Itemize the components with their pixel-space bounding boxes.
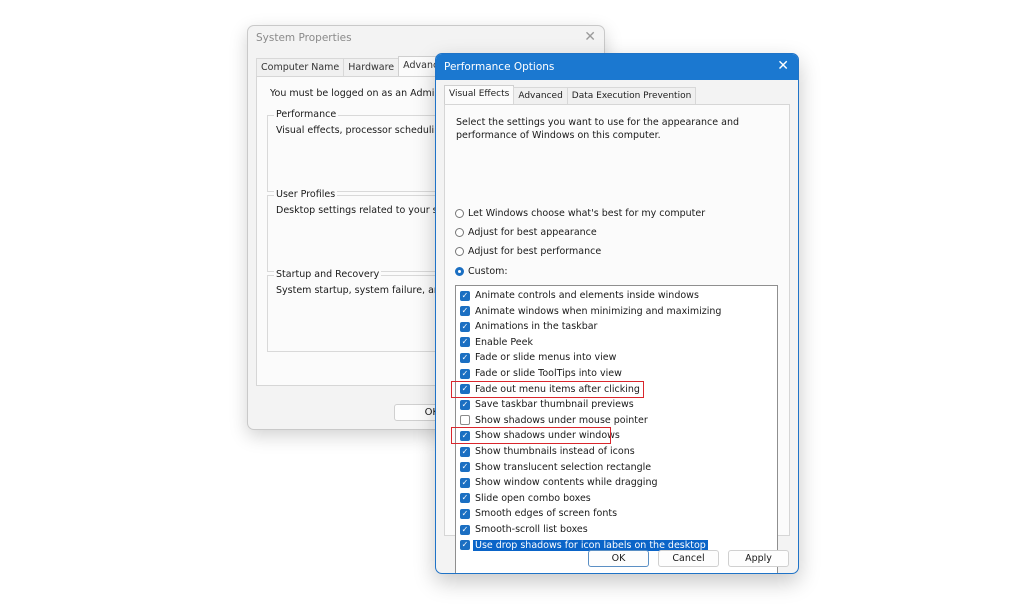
radio-unchecked-icon[interactable] bbox=[455, 228, 464, 237]
effect-label: Slide open combo boxes bbox=[475, 492, 591, 504]
checkbox-checked-icon[interactable]: ✓ bbox=[460, 462, 470, 473]
checkbox-checked-icon[interactable]: ✓ bbox=[460, 306, 470, 317]
tab-bar: Computer Name Hardware Advanced bbox=[256, 56, 456, 77]
radio-option[interactable]: Let Windows choose what's best for my co… bbox=[455, 208, 705, 219]
checkbox-checked-icon[interactable]: ✓ bbox=[460, 540, 470, 551]
tab-panel: Select the settings you want to use for … bbox=[444, 104, 790, 573]
performance-options-window: Performance Options ✕ Visual Effects Adv… bbox=[435, 53, 799, 574]
effect-list-item[interactable]: ✓ Smooth-scroll list boxes bbox=[460, 522, 588, 537]
effect-label: Animate windows when minimizing and maxi… bbox=[475, 305, 722, 317]
tab-visual-effects[interactable]: Visual Effects bbox=[444, 85, 515, 105]
effect-list-item[interactable]: Show shadows under mouse pointer bbox=[460, 413, 648, 428]
checkbox-checked-icon[interactable]: ✓ bbox=[460, 477, 470, 488]
effect-list-item[interactable]: ✓ Show thumbnails instead of icons bbox=[460, 444, 635, 459]
close-icon[interactable]: ✕ bbox=[584, 29, 596, 45]
checkbox-checked-icon[interactable]: ✓ bbox=[460, 430, 470, 441]
checkbox-checked-icon[interactable]: ✓ bbox=[460, 368, 470, 379]
effect-list-item[interactable]: ✓ Fade or slide ToolTips into view bbox=[460, 366, 622, 381]
effect-list-item[interactable]: ✓ Show shadows under windows bbox=[460, 428, 620, 443]
checkbox-unchecked-icon[interactable] bbox=[460, 415, 470, 426]
radio-option[interactable]: Custom: bbox=[455, 266, 508, 277]
effect-label: Show window contents while dragging bbox=[475, 477, 658, 489]
checkbox-checked-icon[interactable]: ✓ bbox=[460, 384, 470, 395]
effect-list-item[interactable]: ✓ Slide open combo boxes bbox=[460, 491, 591, 506]
checkbox-checked-icon[interactable]: ✓ bbox=[460, 524, 470, 535]
tab-data-execution-prevention[interactable]: Data Execution Prevention bbox=[566, 87, 697, 105]
effect-label: Show translucent selection rectangle bbox=[475, 461, 652, 473]
checkbox-checked-icon[interactable]: ✓ bbox=[460, 399, 470, 410]
effect-list-item[interactable]: ✓ Show window contents while dragging bbox=[460, 475, 658, 490]
radio-checked-icon[interactable] bbox=[455, 267, 464, 276]
radio-unchecked-icon[interactable] bbox=[455, 247, 464, 256]
radio-label: Adjust for best performance bbox=[468, 246, 602, 257]
radio-label: Adjust for best appearance bbox=[468, 227, 597, 238]
apply-button[interactable]: Apply bbox=[728, 550, 789, 567]
effect-label: Smooth-scroll list boxes bbox=[475, 524, 588, 535]
instructions-text: Select the settings you want to use for … bbox=[456, 117, 740, 141]
radio-option[interactable]: Adjust for best performance bbox=[455, 246, 601, 257]
checkbox-checked-icon[interactable]: ✓ bbox=[460, 352, 470, 363]
title-bar: Performance Options ✕ bbox=[436, 54, 798, 80]
checkbox-checked-icon[interactable]: ✓ bbox=[460, 337, 470, 348]
effect-label: Show shadows under mouse pointer bbox=[475, 414, 648, 426]
tab-computer-name[interactable]: Computer Name bbox=[256, 58, 345, 77]
radio-label: Let Windows choose what's best for my co… bbox=[468, 208, 706, 219]
checkbox-checked-icon[interactable]: ✓ bbox=[460, 493, 470, 504]
effect-label: Smooth edges of screen fonts bbox=[475, 508, 618, 520]
effect-list-item[interactable]: ✓ Smooth edges of screen fonts bbox=[460, 506, 617, 521]
effect-list-item[interactable]: ✓ Save taskbar thumbnail previews bbox=[460, 397, 634, 412]
group-legend: Startup and Recovery bbox=[274, 269, 382, 280]
tab-hardware[interactable]: Hardware bbox=[343, 58, 400, 77]
effect-label: Enable Peek bbox=[475, 336, 533, 348]
effect-list-item[interactable]: ✓ Animate controls and elements inside wi… bbox=[460, 288, 699, 303]
effect-label: Animate controls and elements inside win… bbox=[475, 290, 699, 301]
window-title: System Properties bbox=[256, 32, 352, 44]
radio-option[interactable]: Adjust for best appearance bbox=[455, 227, 597, 238]
effect-list-item[interactable]: ✓ Enable Peek bbox=[460, 335, 533, 350]
cancel-button[interactable]: Cancel bbox=[658, 550, 719, 567]
effect-list-item[interactable]: ✓ Animations in the taskbar bbox=[460, 319, 597, 334]
checkbox-checked-icon[interactable]: ✓ bbox=[460, 321, 470, 332]
effect-label: Show shadows under windows bbox=[475, 430, 620, 442]
effect-label: Fade out menu items after clicking bbox=[475, 383, 640, 395]
effect-list-item[interactable]: ✓ Animate windows when minimizing and max… bbox=[460, 304, 721, 319]
tab-advanced[interactable]: Advanced bbox=[513, 87, 568, 105]
effect-list-item[interactable]: ✓ Fade or slide menus into view bbox=[460, 350, 616, 365]
effect-list-item[interactable]: ✓ Fade out menu items after clicking bbox=[460, 382, 640, 397]
visual-effects-list[interactable]: ✓ Animate controls and elements inside wi… bbox=[451, 285, 778, 573]
radio-label: Custom: bbox=[468, 266, 508, 277]
effect-label: Use drop shadows for icon labels on the … bbox=[473, 539, 708, 551]
window-title: Performance Options bbox=[444, 61, 555, 73]
tab-bar: Visual Effects Advanced Data Execution P… bbox=[444, 85, 697, 105]
group-legend: User Profiles bbox=[274, 189, 338, 200]
effect-label: Save taskbar thumbnail previews bbox=[475, 399, 634, 411]
checkbox-checked-icon[interactable]: ✓ bbox=[460, 290, 470, 301]
checkbox-checked-icon[interactable]: ✓ bbox=[460, 508, 470, 519]
effect-label: Animations in the taskbar bbox=[475, 321, 598, 333]
effect-list-item[interactable]: ✓ Show translucent selection rectangle bbox=[460, 460, 651, 475]
radio-unchecked-icon[interactable] bbox=[455, 209, 464, 218]
effect-label: Fade or slide ToolTips into view bbox=[475, 368, 622, 379]
ok-button[interactable]: OK bbox=[588, 550, 649, 567]
effect-label: Show thumbnails instead of icons bbox=[475, 446, 635, 457]
close-icon[interactable]: ✕ bbox=[777, 58, 789, 74]
group-legend: Performance bbox=[274, 109, 339, 120]
checkbox-checked-icon[interactable]: ✓ bbox=[460, 446, 470, 457]
effect-label: Fade or slide menus into view bbox=[475, 352, 617, 364]
